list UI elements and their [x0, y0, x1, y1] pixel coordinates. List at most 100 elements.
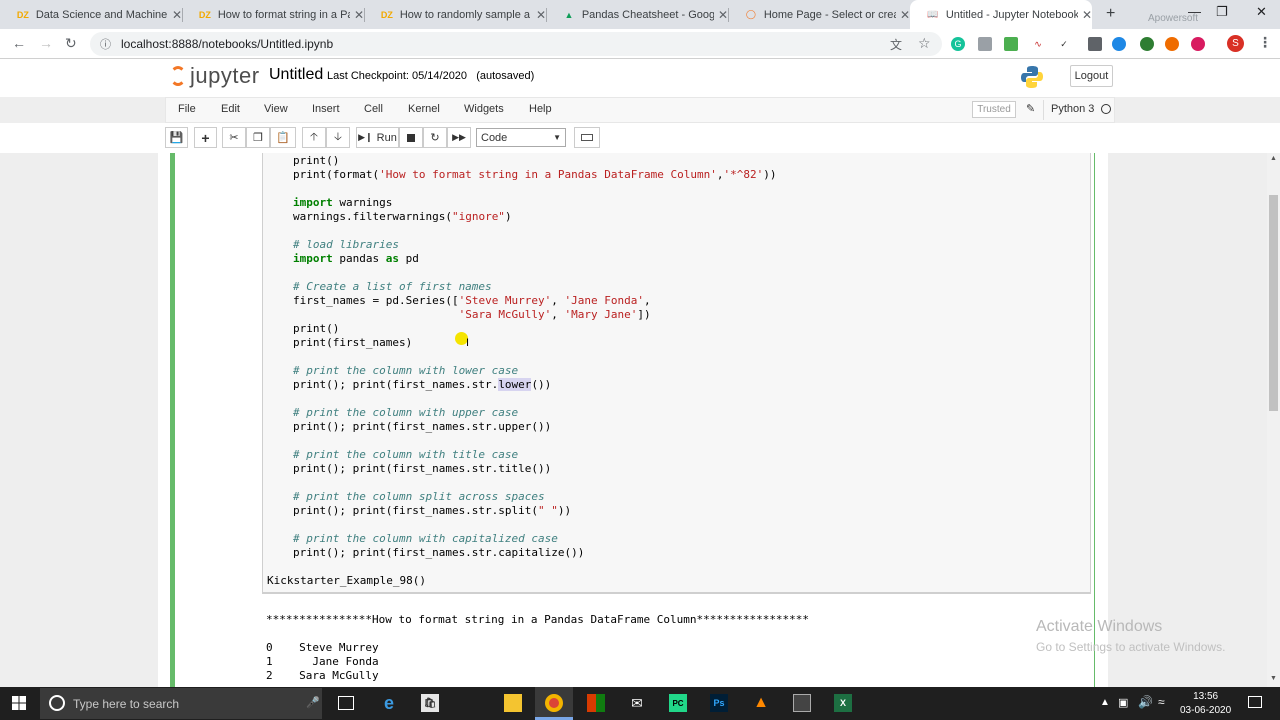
microphone-icon[interactable]: 🎤 — [306, 696, 320, 709]
menu-cell[interactable]: Cell — [364, 103, 383, 115]
scroll-up-icon[interactable]: ▲ — [1270, 155, 1277, 162]
reload-icon[interactable]: ↻ — [65, 35, 77, 52]
check-extension-icon[interactable]: ✓ — [1057, 37, 1071, 51]
move-down-button[interactable]: 🡣 — [326, 127, 350, 148]
site-info-icon[interactable]: ⓘ — [100, 36, 111, 52]
move-up-button[interactable]: 🡡 — [302, 127, 326, 148]
extension-icon[interactable] — [1004, 37, 1018, 51]
translate-icon[interactable]: 文 — [890, 36, 902, 53]
mail-icon[interactable]: ✉ — [628, 694, 646, 712]
tab-close-icon[interactable]: ✕ — [536, 8, 546, 22]
tab-close-icon[interactable]: ✕ — [900, 8, 910, 22]
browser-tab[interactable]: ▲ Pandas Cheatsheet - Google ✕ — [546, 0, 728, 29]
code-line[interactable]: # print the column with lower case — [293, 364, 518, 377]
forward-icon[interactable]: → — [39, 35, 53, 51]
close-window-button[interactable]: ✕ — [1256, 4, 1267, 20]
instagram-extension-icon[interactable] — [1191, 37, 1205, 51]
code-line[interactable]: print(); print(first_names.str.title()) — [293, 462, 551, 475]
tab-close-icon[interactable]: ✕ — [1082, 8, 1092, 22]
office-apps-icon[interactable] — [587, 694, 605, 712]
extension-icon[interactable] — [1165, 37, 1179, 51]
scroll-down-icon[interactable]: ▼ — [1270, 675, 1277, 682]
code-line[interactable]: print() — [293, 322, 339, 335]
code-line[interactable]: print(); print(first_names.str.capitaliz… — [293, 546, 584, 559]
photoshop-icon[interactable]: Ps — [710, 694, 728, 712]
copy-button[interactable]: ❐ — [246, 127, 270, 148]
save-button[interactable]: 💾 — [165, 127, 188, 148]
notifications-icon[interactable] — [1248, 696, 1262, 708]
trusted-indicator[interactable]: Trusted — [972, 101, 1016, 118]
code-line[interactable]: import pandas as pd — [293, 252, 419, 265]
code-line[interactable]: print(); print(first_names.str.upper()) — [293, 420, 551, 433]
cell-type-select[interactable]: Code ▼ — [476, 128, 566, 147]
code-line[interactable]: # load libraries — [293, 238, 399, 251]
extension-icon[interactable] — [1140, 37, 1154, 51]
code-line[interactable]: first_names = pd.Series(['Steve Murrey',… — [293, 294, 651, 307]
extension-icon[interactable]: ∿ — [1031, 37, 1045, 51]
call-line[interactable]: Kickstarter_Example_98() — [267, 574, 426, 587]
code-line[interactable]: print(); print(first_names.str.lower()) — [293, 378, 551, 391]
tab-close-icon[interactable]: ✕ — [172, 8, 182, 22]
code-line[interactable]: # print the column split across spaces — [293, 490, 545, 503]
menu-view[interactable]: View — [264, 103, 288, 115]
code-line[interactable]: print() — [293, 154, 339, 167]
url-input[interactable]: ⓘ localhost:8888/notebooks/Untitled.ipyn… — [90, 32, 942, 56]
browser-tab[interactable]: DZ Data Science and Machine Le ✕ — [0, 0, 182, 29]
code-line[interactable]: # Create a list of first names — [293, 280, 492, 293]
task-view-icon[interactable] — [338, 696, 354, 710]
grammarly-extension-icon[interactable]: G — [951, 37, 965, 51]
windows-start-icon[interactable] — [12, 696, 26, 710]
excel-icon[interactable]: X — [834, 694, 852, 712]
pycharm-icon[interactable]: PC — [669, 694, 687, 712]
terminal-icon[interactable] — [793, 694, 811, 712]
menu-file[interactable]: File — [178, 103, 196, 115]
browser-tab[interactable]: ◯ Home Page - Select or creat ✕ — [728, 0, 910, 29]
run-button[interactable]: ▶❙ Run — [356, 127, 399, 148]
menu-kernel[interactable]: Kernel — [408, 103, 440, 115]
insert-cell-button[interactable]: + — [194, 127, 217, 148]
show-hidden-icons[interactable]: ▲ — [1100, 697, 1110, 708]
tab-close-icon[interactable]: ✕ — [354, 8, 364, 22]
code-line[interactable]: # print the column with title case — [293, 448, 518, 461]
cut-button[interactable]: ✂ — [222, 127, 246, 148]
extension-icon[interactable] — [1112, 37, 1126, 51]
browser-tab[interactable]: 📖 Untitled - Jupyter Notebook ✕ — [910, 0, 1092, 29]
extension-icon[interactable] — [978, 37, 992, 51]
vlc-icon[interactable]: ▲ — [752, 694, 770, 712]
restart-button[interactable]: ↻ — [423, 127, 447, 148]
logout-button[interactable]: Logout — [1070, 65, 1113, 87]
code-line[interactable]: # print the column with capitalized case — [293, 532, 558, 545]
bookmark-star-icon[interactable]: ☆ — [918, 35, 931, 52]
store-icon[interactable]: 🛍 — [421, 694, 439, 712]
browser-menu-icon[interactable]: ⋮ — [1258, 34, 1272, 51]
command-palette-button[interactable] — [574, 127, 600, 148]
file-explorer-icon[interactable] — [504, 694, 522, 712]
tab-close-icon[interactable]: ✕ — [718, 8, 728, 22]
interrupt-button[interactable] — [399, 127, 423, 148]
edit-pencil-icon[interactable]: ✎ — [1026, 102, 1035, 115]
browser-tab[interactable]: DZ How to format string in a Par ✕ — [182, 0, 364, 29]
minimize-button[interactable]: — — [1188, 4, 1201, 19]
notebook-title[interactable]: Untitled — [269, 66, 323, 84]
new-tab-button[interactable]: + — [1106, 5, 1115, 23]
chrome-icon[interactable] — [545, 694, 563, 712]
menu-help[interactable]: Help — [529, 103, 552, 115]
edge-icon[interactable]: e — [380, 693, 398, 713]
code-line[interactable]: print(first_names) — [293, 336, 412, 349]
code-line[interactable]: # print the column with upper case — [293, 406, 518, 419]
profile-avatar[interactable]: S — [1227, 35, 1244, 52]
network-icon[interactable]: ▣ — [1118, 696, 1128, 709]
scrollbar-thumb[interactable] — [1269, 195, 1278, 411]
menu-widgets[interactable]: Widgets — [464, 103, 504, 115]
code-line[interactable]: 'Sara McGully', 'Mary Jane']) — [293, 308, 651, 321]
wifi-icon[interactable]: ≈ — [1158, 695, 1165, 709]
paste-button[interactable]: 📋 — [270, 127, 296, 148]
code-line[interactable]: print(format('How to format string in a … — [293, 168, 776, 181]
restart-run-all-button[interactable]: ▶▶ — [447, 127, 471, 148]
volume-icon[interactable]: 🔊 — [1138, 695, 1153, 709]
taskbar-clock[interactable]: 13:56 03-06-2020 — [1180, 690, 1231, 718]
restore-button[interactable]: ❐ — [1216, 4, 1228, 20]
kernel-name[interactable]: Python 3 — [1051, 103, 1094, 115]
menu-insert[interactable]: Insert — [312, 103, 340, 115]
menu-edit[interactable]: Edit — [221, 103, 240, 115]
